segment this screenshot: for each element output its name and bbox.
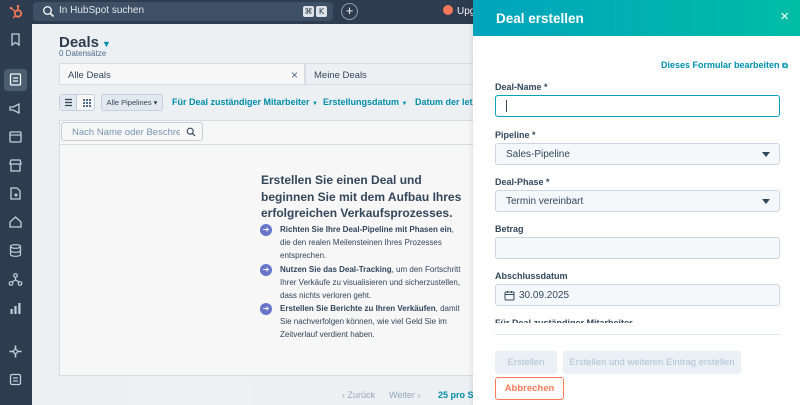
edit-form-link-label: Dieses Formular bearbeiten	[661, 60, 780, 70]
panel-header: Deal erstellen ×	[473, 0, 800, 36]
deal-phase-select[interactable]: Termin vereinbart	[495, 190, 780, 212]
deal-phase-value: Termin vereinbart	[506, 196, 584, 207]
caret-down-icon	[762, 152, 770, 157]
amount-input[interactable]	[495, 237, 780, 259]
panel-title: Deal erstellen	[496, 11, 584, 26]
create-button[interactable]: Erstellen	[495, 351, 557, 374]
create-deal-panel: Deal erstellen × Dieses Formular bearbei…	[473, 0, 800, 405]
close-date-label: Abschlussdatum	[495, 271, 568, 281]
deal-name-label: Deal-Name *	[495, 82, 548, 92]
pipeline-label: Pipeline *	[495, 130, 536, 140]
deal-name-input[interactable]	[495, 95, 780, 117]
external-link-icon: ⧉	[782, 61, 788, 70]
caret-down-icon	[762, 199, 770, 204]
edit-form-link[interactable]: Dieses Formular bearbeiten ⧉	[661, 60, 788, 71]
panel-footer-divider	[495, 334, 780, 335]
calendar-icon	[504, 291, 515, 301]
create-and-add-another-button[interactable]: Erstellen und weiteren Eintrag erstellen	[563, 351, 741, 374]
deal-phase-label: Deal-Phase *	[495, 177, 550, 187]
pipeline-select[interactable]: Sales-Pipeline	[495, 143, 780, 165]
amount-label: Betrag	[495, 224, 524, 234]
close-icon[interactable]: ×	[780, 9, 789, 24]
text-cursor	[506, 100, 507, 112]
page-overlay	[0, 0, 473, 405]
pipeline-value: Sales-Pipeline	[506, 149, 570, 160]
cancel-button[interactable]: Abbrechen	[495, 377, 564, 400]
owner-label-clipped: Für Deal zuständiger Mitarbeiter	[495, 319, 633, 323]
close-date-input[interactable]: 30.09.2025	[495, 284, 780, 306]
close-date-value: 30.09.2025	[519, 290, 570, 301]
